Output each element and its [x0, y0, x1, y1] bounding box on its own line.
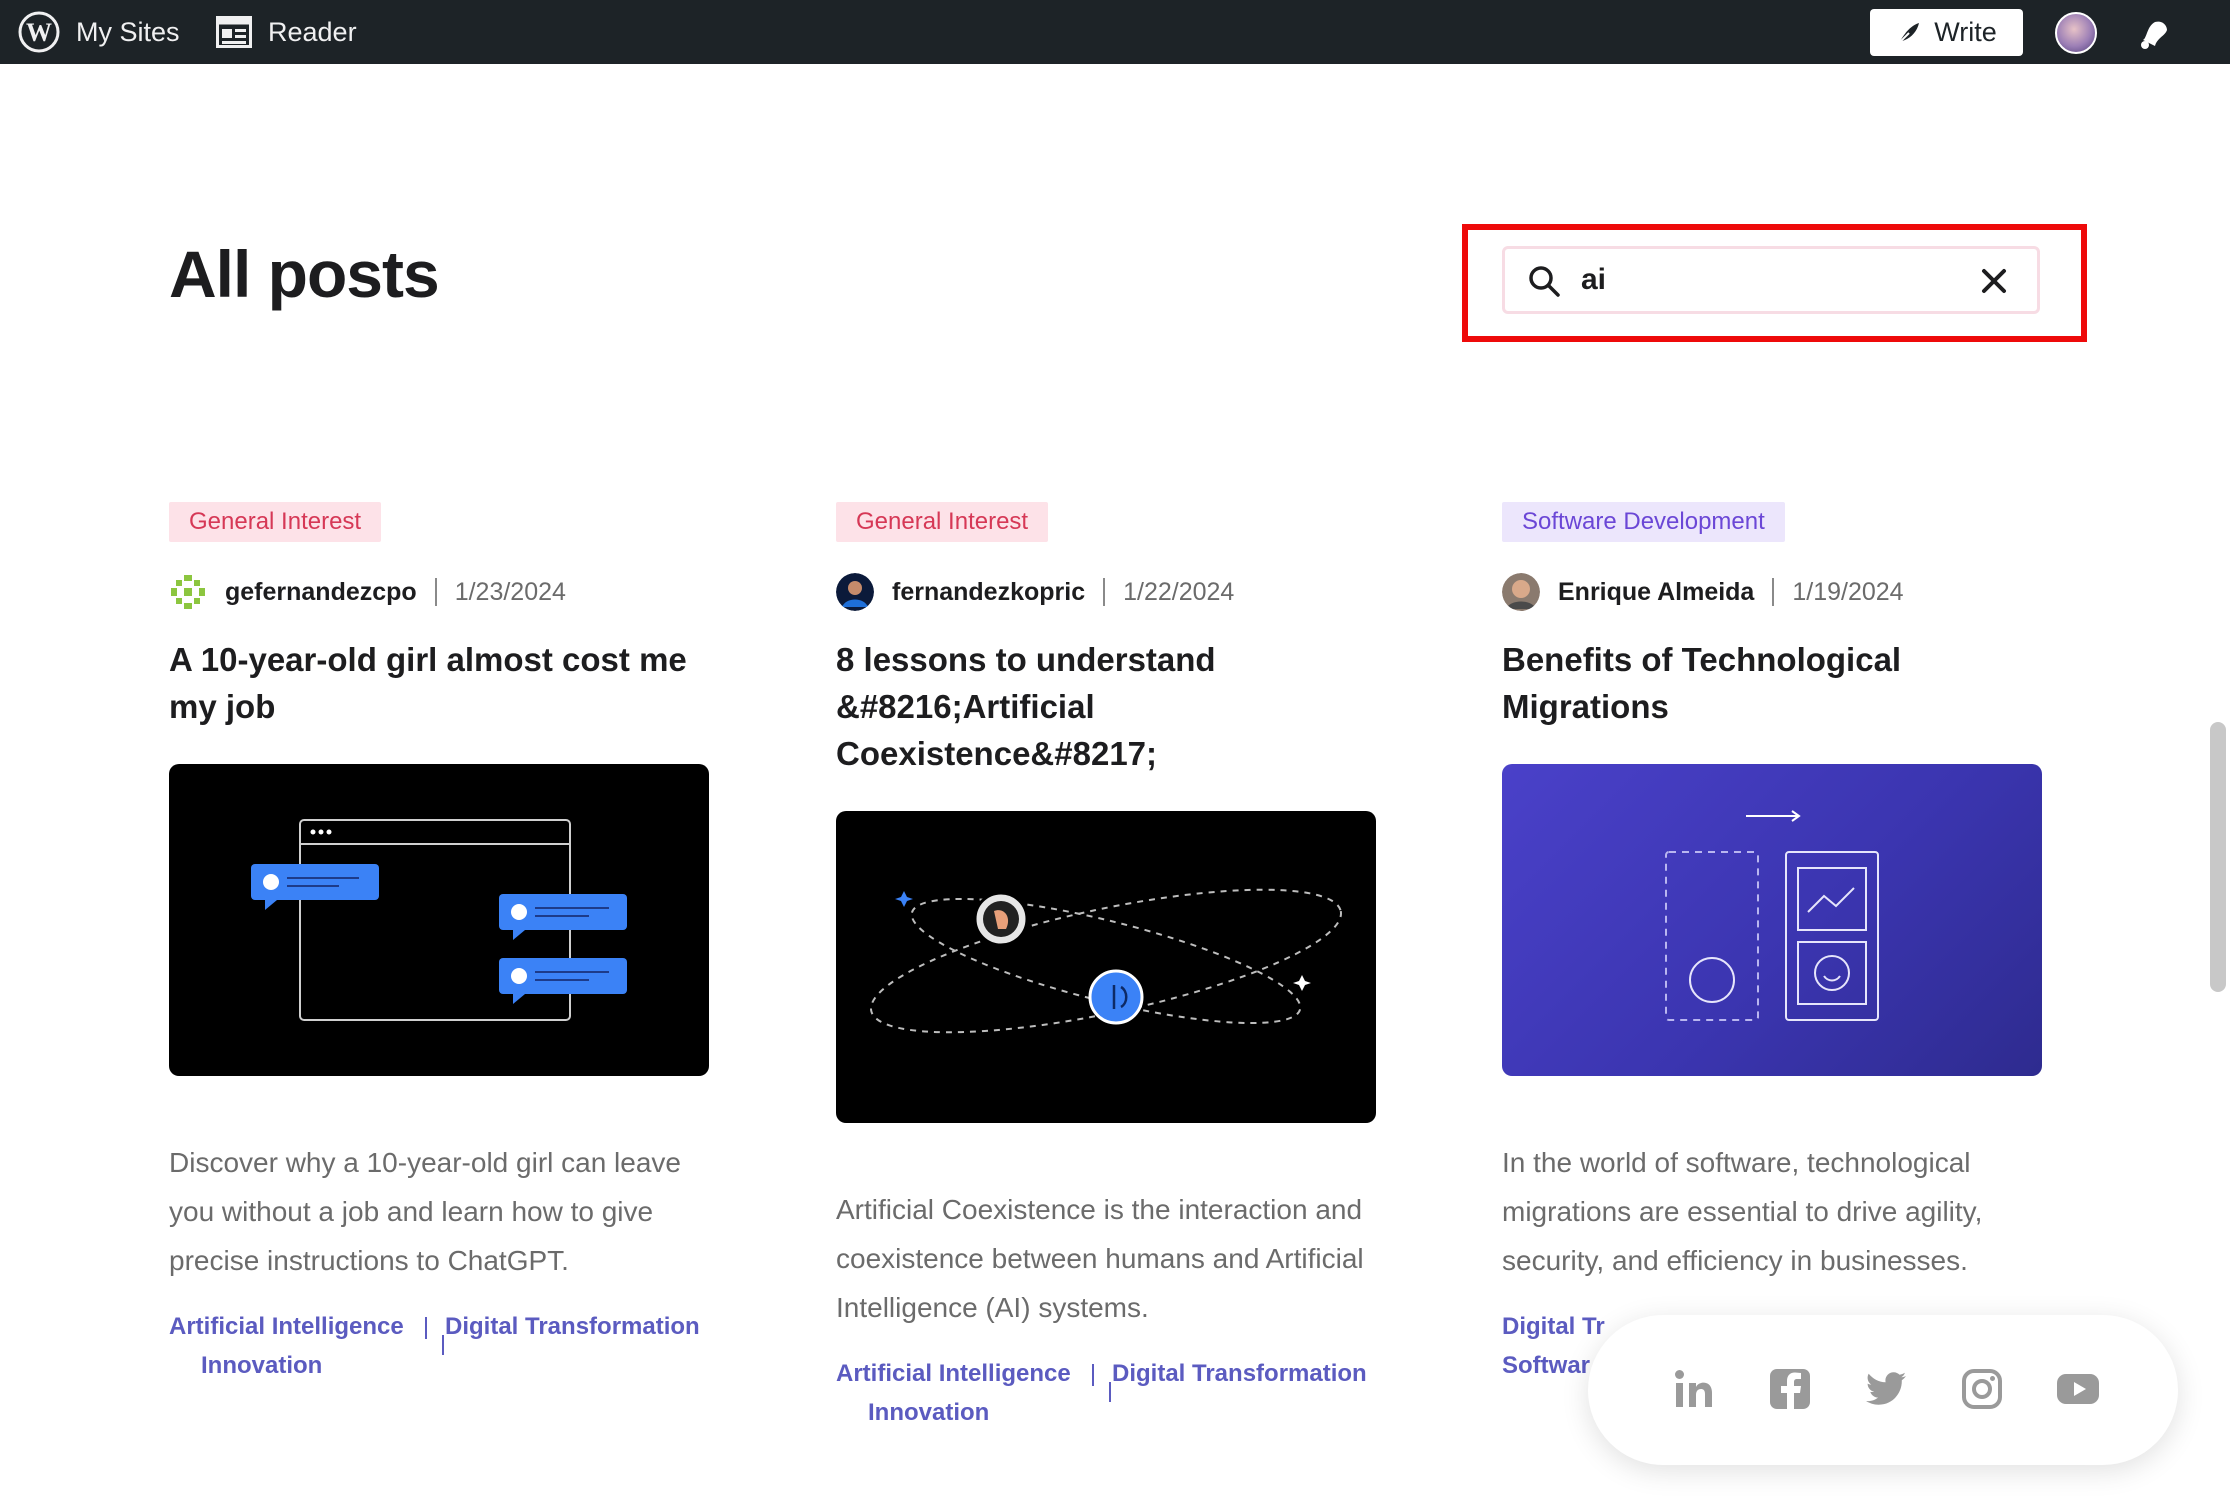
my-sites-link[interactable]: W My Sites: [18, 0, 180, 64]
tag-divider: [442, 1335, 444, 1355]
youtube-icon[interactable]: [2054, 1365, 2102, 1413]
wordpress-logo-icon: W: [18, 11, 60, 53]
category-badge[interactable]: General Interest: [836, 502, 1049, 542]
post-meta: fernandezkopric 1/22/2024: [836, 572, 1376, 612]
svg-text:W: W: [26, 18, 52, 47]
post-card: General Interest gefernandezcpo 1/23/202…: [169, 502, 709, 1387]
reader-label: Reader: [268, 16, 357, 47]
tag-divider: [425, 1317, 427, 1339]
post-excerpt: Artificial Coexistence is the interactio…: [836, 1194, 1364, 1323]
tag-link[interactable]: Digital Transformation: [445, 1307, 700, 1346]
feather-pen-icon: [1898, 22, 1920, 44]
page-title: All posts: [169, 237, 440, 311]
search-icon: [1529, 266, 1560, 297]
tag-link[interactable]: Artificial Intelligence: [836, 1354, 1071, 1393]
twitter-icon[interactable]: [1862, 1365, 1910, 1413]
clear-search-icon[interactable]: [1979, 266, 2009, 296]
page-scrollbar[interactable]: [2210, 722, 2226, 992]
meta-divider: [434, 578, 437, 606]
post-tags: Artificial Intelligence Digital Transfor…: [836, 1354, 1376, 1434]
social-links-bar: [1588, 1315, 2178, 1465]
meta-divider: [1772, 578, 1775, 606]
tag-link[interactable]: Softwar: [1502, 1346, 1590, 1385]
post-excerpt: In the world of software, technological …: [1502, 1147, 1983, 1276]
tag-link[interactable]: Digital Transformation: [1112, 1354, 1367, 1393]
tag-divider: [1109, 1382, 1111, 1402]
tag-link[interactable]: Digital Tr: [1502, 1307, 1605, 1346]
post-title[interactable]: A 10-year-old girl almost cost me my job: [169, 636, 709, 730]
migration-illustration: [1665, 810, 1879, 1021]
author-name[interactable]: fernandezkopric: [892, 578, 1085, 607]
post-tags: Artificial Intelligence Digital Transfor…: [169, 1307, 709, 1387]
write-button[interactable]: Write: [1870, 9, 2023, 56]
author-avatar: [169, 573, 207, 611]
instagram-icon[interactable]: [1958, 1365, 2006, 1413]
post-date: 1/23/2024: [454, 577, 566, 606]
post-excerpt: Discover why a 10-year-old girl can leav…: [169, 1147, 681, 1276]
post-thumbnail[interactable]: [1502, 764, 2042, 1076]
post-meta: Enrique Almeida 1/19/2024: [1502, 572, 2042, 612]
post-card: Software Development Enrique Almeida 1/1…: [1502, 502, 2042, 1387]
category-badge[interactable]: Software Development: [1502, 502, 1785, 542]
linkedin-icon[interactable]: [1670, 1365, 1718, 1413]
tag-divider: [1092, 1364, 1094, 1386]
search-input[interactable]: [1581, 259, 1961, 301]
orbit-illustration: [869, 888, 1343, 1034]
tag-link[interactable]: Innovation: [868, 1393, 989, 1432]
post-date: 1/22/2024: [1123, 577, 1235, 606]
tag-link[interactable]: Innovation: [201, 1346, 322, 1385]
author-name[interactable]: Enrique Almeida: [1558, 578, 1754, 607]
author-avatar: [836, 573, 874, 611]
write-label: Write: [1934, 17, 1997, 47]
post-title[interactable]: Benefits of Technological Migrations: [1502, 636, 2042, 730]
reader-icon: [216, 16, 252, 48]
reader-link[interactable]: Reader: [216, 0, 357, 64]
chat-window-illustration: [251, 819, 627, 1021]
facebook-icon[interactable]: [1766, 1365, 1814, 1413]
post-thumbnail[interactable]: [836, 811, 1376, 1123]
search-field[interactable]: [1502, 246, 2040, 314]
post-title[interactable]: 8 lessons to understand &#8216;Artificia…: [836, 636, 1376, 777]
admin-bar: W My Sites Reader Write: [0, 0, 2230, 64]
my-sites-label: My Sites: [76, 16, 180, 47]
meta-divider: [1103, 578, 1106, 606]
author-name[interactable]: gefernandezcpo: [225, 578, 417, 607]
category-badge[interactable]: General Interest: [169, 502, 382, 542]
post-date: 1/19/2024: [1792, 577, 1904, 606]
post-card: General Interest fernandezkopric 1/22/20…: [836, 502, 1376, 1434]
author-avatar: [1502, 573, 1540, 611]
user-avatar[interactable]: [2055, 12, 2097, 54]
post-meta: gefernandezcpo 1/23/2024: [169, 572, 709, 612]
post-thumbnail[interactable]: [169, 764, 709, 1076]
notifications-bell-icon[interactable]: [2133, 12, 2175, 54]
tag-link[interactable]: Artificial Intelligence: [169, 1307, 404, 1346]
